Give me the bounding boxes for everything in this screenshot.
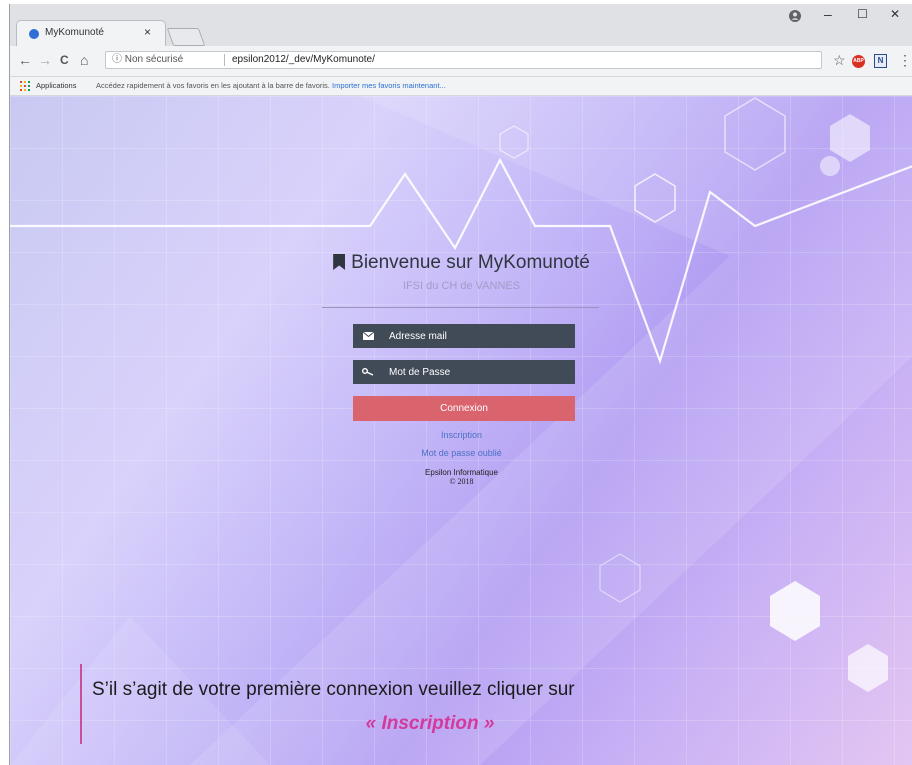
back-button[interactable]: ← bbox=[18, 52, 32, 68]
callout-emphasis: « Inscription » bbox=[365, 713, 495, 734]
new-tab-button[interactable] bbox=[166, 28, 206, 46]
browser-tab[interactable]: MyKomunoté × bbox=[16, 20, 166, 46]
footer-copyright: © 2018 bbox=[449, 477, 474, 486]
login-title: Bienvenue sur MyKomunoté bbox=[10, 252, 912, 274]
extension-n-icon[interactable]: N bbox=[874, 54, 887, 68]
bookmarks-apps-link[interactable]: Applications bbox=[36, 77, 76, 95]
reload-button[interactable]: C bbox=[60, 53, 69, 67]
envelope-icon bbox=[353, 324, 383, 348]
password-field-group bbox=[353, 360, 575, 384]
browser-menu-button[interactable]: ⋮ bbox=[898, 52, 912, 69]
security-indicator[interactable]: ⓘ Non sécurisé bbox=[112, 52, 183, 68]
adblock-extension-icon[interactable]: ABP bbox=[852, 55, 865, 68]
account-circle-icon[interactable] bbox=[788, 9, 802, 23]
instruction-callout: S’il s’agit de votre première connexion … bbox=[80, 664, 900, 744]
tab-title: MyKomunoté bbox=[45, 27, 104, 38]
key-icon bbox=[353, 360, 383, 384]
bookmarks-hint: Accédez rapidement à vos favoris en les … bbox=[96, 77, 446, 95]
login-title-text: Bienvenue sur MyKomunoté bbox=[351, 252, 590, 273]
url-text: epsilon2012/_dev/MyKomunote/ bbox=[232, 54, 375, 65]
apps-grid-icon[interactable] bbox=[20, 81, 30, 91]
register-link[interactable]: Inscription bbox=[10, 430, 912, 440]
password-input[interactable] bbox=[389, 360, 569, 384]
favicon-icon bbox=[29, 29, 39, 39]
close-window-button[interactable]: ✕ bbox=[890, 7, 900, 21]
bookmark-icon bbox=[333, 254, 346, 270]
maximize-button[interactable]: ☐ bbox=[857, 7, 868, 21]
minimize-button[interactable]: – bbox=[824, 6, 832, 22]
divider bbox=[322, 307, 599, 308]
footer-organization: Epsilon Informatique bbox=[425, 468, 498, 477]
forgot-password-link[interactable]: Mot de passe oublié bbox=[10, 448, 912, 458]
import-bookmarks-link[interactable]: Importer mes favoris maintenant... bbox=[332, 81, 446, 90]
home-button[interactable]: ⌂ bbox=[80, 52, 88, 68]
bookmark-star-icon[interactable]: ☆ bbox=[833, 52, 846, 69]
callout-text: S’il s’agit de votre première connexion … bbox=[92, 679, 575, 700]
title-bar: MyKomunoté × – ☐ ✕ bbox=[10, 4, 912, 46]
bookmarks-hint-text: Accédez rapidement à vos favoris en les … bbox=[96, 81, 330, 90]
email-input[interactable] bbox=[389, 324, 569, 348]
address-bar: ← → C ⌂ ⓘ Non sécurisé epsilon2012/_dev/… bbox=[10, 46, 912, 77]
login-subtitle: IFSI du CH de VANNES bbox=[402, 280, 521, 292]
bookmarks-bar: Applications Accédez rapidement à vos fa… bbox=[10, 77, 912, 96]
browser-window: MyKomunoté × – ☐ ✕ ← → C ⌂ ⓘ Non sécuris… bbox=[9, 4, 912, 765]
forward-button[interactable]: → bbox=[38, 52, 52, 68]
connexion-button[interactable]: Connexion bbox=[353, 396, 575, 421]
separator bbox=[224, 54, 225, 66]
email-field-group bbox=[353, 324, 575, 348]
tab-close-button[interactable]: × bbox=[144, 25, 151, 39]
url-field[interactable]: ⓘ Non sécurisé epsilon2012/_dev/MyKomuno… bbox=[105, 51, 822, 69]
